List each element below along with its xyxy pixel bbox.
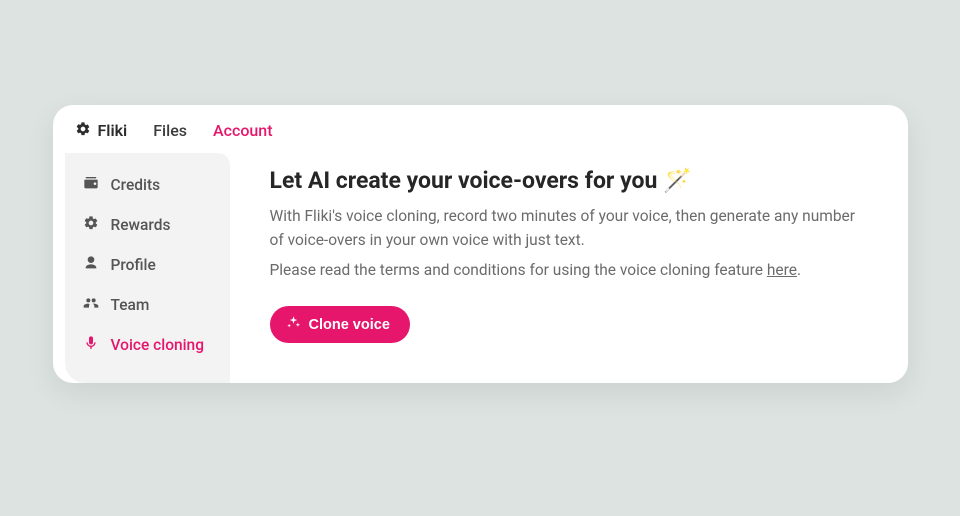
- terms-suffix: .: [797, 261, 801, 279]
- sidebar-item-credits[interactable]: Credits: [65, 165, 230, 205]
- sidebar-item-label: Voice cloning: [111, 336, 204, 354]
- sidebar-item-label: Credits: [111, 176, 161, 194]
- mic-icon: [83, 335, 99, 355]
- sidebar-item-label: Rewards: [111, 216, 171, 234]
- button-label: Clone voice: [309, 317, 390, 333]
- terms-prefix: Please read the terms and conditions for…: [270, 261, 767, 279]
- terms-line: Please read the terms and conditions for…: [270, 258, 868, 282]
- group-icon: [83, 295, 99, 315]
- body: Credits Rewards Profile Team: [53, 153, 908, 383]
- sparkle-icon: [286, 315, 301, 334]
- wallet-icon: [83, 175, 99, 195]
- sidebar-item-label: Profile: [111, 256, 156, 274]
- gear-icon: [83, 215, 99, 235]
- sidebar-item-team[interactable]: Team: [65, 285, 230, 325]
- brand[interactable]: Fliki: [75, 121, 128, 141]
- nav-files[interactable]: Files: [153, 121, 187, 140]
- sidebar-item-profile[interactable]: Profile: [65, 245, 230, 285]
- sidebar-item-voice-cloning[interactable]: Voice cloning: [65, 325, 230, 365]
- brand-name: Fliki: [98, 121, 128, 140]
- nav-account[interactable]: Account: [213, 121, 273, 140]
- main-content: Let AI create your voice-overs for you 🪄…: [230, 153, 908, 383]
- sidebar-item-rewards[interactable]: Rewards: [65, 205, 230, 245]
- topbar: Fliki Files Account: [53, 105, 908, 153]
- app-card: Fliki Files Account Credits Rewards: [53, 105, 908, 383]
- sidebar: Credits Rewards Profile Team: [65, 153, 230, 383]
- gear-icon: [75, 121, 91, 141]
- page-title: Let AI create your voice-overs for you 🪄: [270, 167, 868, 194]
- sidebar-item-label: Team: [111, 296, 150, 314]
- clone-voice-button[interactable]: Clone voice: [270, 306, 410, 343]
- user-icon: [83, 255, 99, 275]
- description: With Fliki's voice cloning, record two m…: [270, 204, 868, 252]
- terms-link[interactable]: here: [767, 261, 797, 279]
